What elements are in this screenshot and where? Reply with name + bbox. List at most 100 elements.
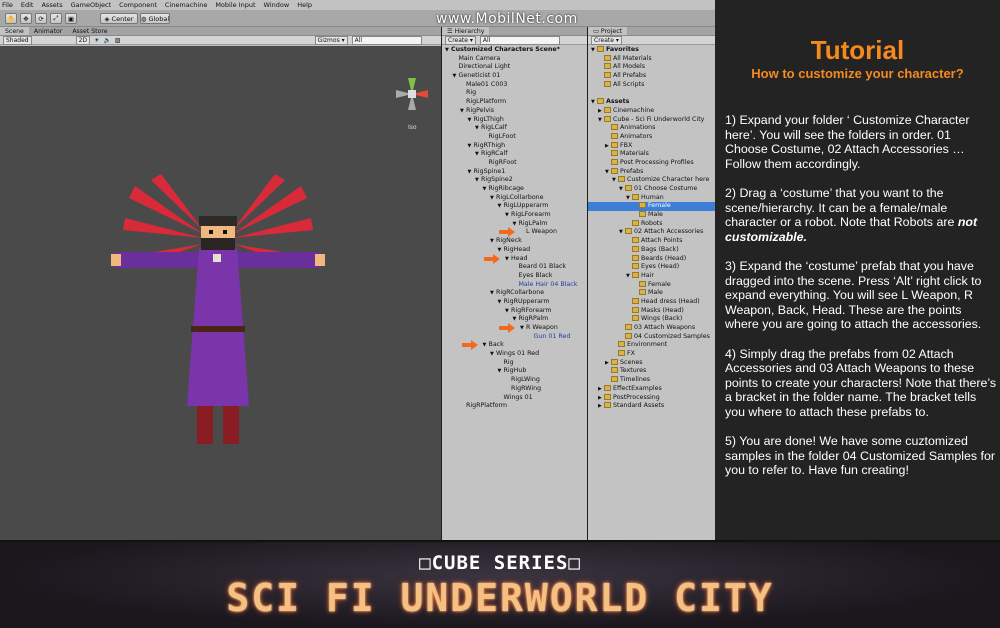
hierarchy-row[interactable]: ▼ Customized Characters Scene* bbox=[442, 46, 587, 55]
gizmos-dropdown[interactable]: Gizmos ▾ bbox=[314, 35, 348, 45]
hierarchy-row[interactable]: RigRPlatform bbox=[442, 402, 587, 411]
hierarchy-row[interactable]: Main Camera bbox=[442, 55, 587, 64]
menu-item[interactable]: GameObject bbox=[71, 1, 112, 9]
menu-item[interactable]: Help bbox=[297, 1, 312, 9]
project-row[interactable] bbox=[588, 89, 715, 98]
hierarchy-row[interactable]: ▼ Head bbox=[442, 253, 587, 264]
project-row[interactable]: Eyes (Head) bbox=[588, 263, 715, 272]
project-row[interactable]: ▼ 01 Choose Costume bbox=[588, 185, 715, 194]
hierarchy-row[interactable]: Male Hair 04 Black bbox=[442, 281, 587, 290]
project-row[interactable]: Wings (Back) bbox=[588, 315, 715, 324]
scale-tool-button[interactable]: ⤢ bbox=[50, 13, 62, 24]
menu-item[interactable]: Window bbox=[264, 1, 290, 9]
hierarchy-row[interactable]: Rig bbox=[442, 359, 587, 368]
project-row[interactable]: ▼ 02 Attach Accessories bbox=[588, 228, 715, 237]
hierarchy-row[interactable]: ▼ RigSpine1 bbox=[442, 168, 587, 177]
hierarchy-row[interactable]: RigLPlatform bbox=[442, 98, 587, 107]
shading-dropdown[interactable]: Shaded bbox=[3, 35, 32, 45]
hierarchy-row[interactable]: ▼ RigLCollarbone bbox=[442, 194, 587, 203]
hierarchy-row[interactable]: ▼ RigLCalf bbox=[442, 124, 587, 133]
project-row[interactable]: ▼ Customize Character here bbox=[588, 176, 715, 185]
hierarchy-row[interactable]: ▼ Back bbox=[442, 340, 587, 351]
tab-asset-store[interactable]: Asset Store bbox=[67, 27, 112, 35]
project-row[interactable]: ▶ EffectExamples bbox=[588, 384, 715, 394]
hierarchy-create-button[interactable]: Create ▾ bbox=[445, 35, 476, 45]
project-row[interactable]: All Prefabs bbox=[588, 72, 715, 81]
menu-item[interactable]: Component bbox=[119, 1, 157, 9]
project-row[interactable]: ▶ Scenes bbox=[588, 358, 715, 368]
hierarchy-row[interactable]: ▼ RigRCollarbone bbox=[442, 289, 587, 298]
hierarchy-row[interactable]: ▼ RigLUpperarm bbox=[442, 202, 587, 211]
project-row[interactable]: Robots bbox=[588, 219, 715, 229]
character-model[interactable] bbox=[105, 166, 335, 466]
project-row[interactable]: Animations bbox=[588, 124, 715, 133]
project-row[interactable]: Female bbox=[588, 202, 715, 212]
hierarchy-row[interactable]: ▼ R Weapon bbox=[442, 323, 587, 333]
hierarchy-row[interactable]: ▼ RigRForearm bbox=[442, 307, 587, 316]
hierarchy-row[interactable]: ▼ RigLThigh bbox=[442, 116, 587, 125]
rect-tool-button[interactable]: ▣ bbox=[65, 13, 77, 24]
tab-hierarchy[interactable]: ☰ Hierarchy bbox=[442, 27, 490, 35]
project-row[interactable]: Animators bbox=[588, 132, 715, 142]
project-row[interactable]: Post Processing Profiles bbox=[588, 158, 715, 168]
hierarchy-row[interactable]: ▼ RigRCalf bbox=[442, 150, 587, 159]
menu-item[interactable]: Assets bbox=[41, 1, 62, 9]
project-row[interactable]: Materials bbox=[588, 150, 715, 159]
effects-icon[interactable]: ▧ bbox=[115, 37, 121, 44]
project-row[interactable]: 04 Customized Samples bbox=[588, 332, 715, 342]
hierarchy-row[interactable]: RigLFoot bbox=[442, 133, 587, 142]
move-tool-button[interactable]: ✥ bbox=[20, 13, 32, 24]
project-row[interactable]: Head dress (Head) bbox=[588, 297, 715, 307]
hierarchy-row[interactable]: ▼ RigRThigh bbox=[442, 142, 587, 151]
hierarchy-row[interactable]: ▼ RigSpine2 bbox=[442, 176, 587, 185]
project-row[interactable]: Masks (Head) bbox=[588, 306, 715, 316]
orientation-gizmo[interactable] bbox=[392, 72, 432, 122]
hierarchy-row[interactable]: Wings 01 bbox=[442, 394, 587, 403]
hierarchy-row[interactable]: ▼ RigRUpperarm bbox=[442, 298, 587, 307]
tab-scene[interactable]: Scene bbox=[0, 27, 29, 35]
hierarchy-search-input[interactable]: All bbox=[479, 35, 560, 45]
hierarchy-row[interactable]: ▼ RigNeck bbox=[442, 237, 587, 246]
rotate-tool-button[interactable]: ⟳ bbox=[35, 13, 47, 24]
project-row[interactable]: Textures bbox=[588, 367, 715, 376]
project-row[interactable]: ▼ Cube - Sci Fi Underworld City bbox=[588, 115, 715, 125]
tab-animator[interactable]: Animator bbox=[29, 27, 67, 35]
project-row[interactable]: ▶ Cinemachine bbox=[588, 106, 715, 116]
scene-search-input[interactable]: All bbox=[351, 35, 422, 45]
hierarchy-row[interactable]: Directional Light bbox=[442, 63, 587, 72]
project-row[interactable]: ▼ Assets bbox=[588, 98, 715, 107]
hierarchy-row[interactable]: Rig bbox=[442, 89, 587, 98]
hand-tool-button[interactable]: ✋ bbox=[5, 13, 17, 24]
tab-project[interactable]: ▭ Project bbox=[588, 27, 628, 35]
project-row[interactable]: 03 Attach Weapons bbox=[588, 324, 715, 333]
light-icon[interactable]: ☀ bbox=[94, 37, 99, 44]
hierarchy-row[interactable]: ▼ RigPelvis bbox=[442, 107, 587, 116]
project-row[interactable]: ▼ Hair bbox=[588, 271, 715, 281]
project-row[interactable]: ▶ Standard Assets bbox=[588, 402, 715, 411]
2d-toggle[interactable]: 2D bbox=[75, 35, 91, 45]
hierarchy-row[interactable]: ▼ Wings 01 Red bbox=[442, 350, 587, 359]
hierarchy-row[interactable]: ▼ RigLForearm bbox=[442, 211, 587, 220]
pivot-toggle[interactable]: ◈ Center bbox=[100, 13, 138, 24]
project-row[interactable]: ▶ FBX bbox=[588, 141, 715, 151]
menu-item[interactable]: Cinemachine bbox=[165, 1, 207, 9]
hierarchy-row[interactable]: RigLWing bbox=[442, 376, 587, 385]
hierarchy-row[interactable]: ▼ Geneticist 01 bbox=[442, 72, 587, 81]
project-row[interactable]: Timelines bbox=[588, 376, 715, 385]
project-row[interactable]: Attach Points bbox=[588, 237, 715, 246]
project-row[interactable]: Beards (Head) bbox=[588, 254, 715, 264]
project-row[interactable]: All Scripts bbox=[588, 80, 715, 90]
hierarchy-row[interactable]: RigRWing bbox=[442, 385, 587, 394]
project-row[interactable]: ▼ Human bbox=[588, 193, 715, 203]
project-row[interactable]: Male bbox=[588, 289, 715, 298]
hierarchy-row[interactable]: Beard 01 Black bbox=[442, 263, 587, 272]
hierarchy-row[interactable]: ▼ RigHead bbox=[442, 246, 587, 255]
space-toggle[interactable]: ◍ Global bbox=[140, 13, 170, 24]
project-row[interactable]: FX bbox=[588, 350, 715, 359]
project-row[interactable]: ▼ Favorites bbox=[588, 46, 715, 55]
hierarchy-row[interactable]: RigRFoot bbox=[442, 159, 587, 168]
hierarchy-row[interactable]: L Weapon bbox=[442, 227, 587, 238]
project-row[interactable]: All Materials bbox=[588, 54, 715, 64]
project-row[interactable]: ▼ Prefabs bbox=[588, 167, 715, 177]
project-row[interactable]: ▶ PostProcessing bbox=[588, 393, 715, 403]
